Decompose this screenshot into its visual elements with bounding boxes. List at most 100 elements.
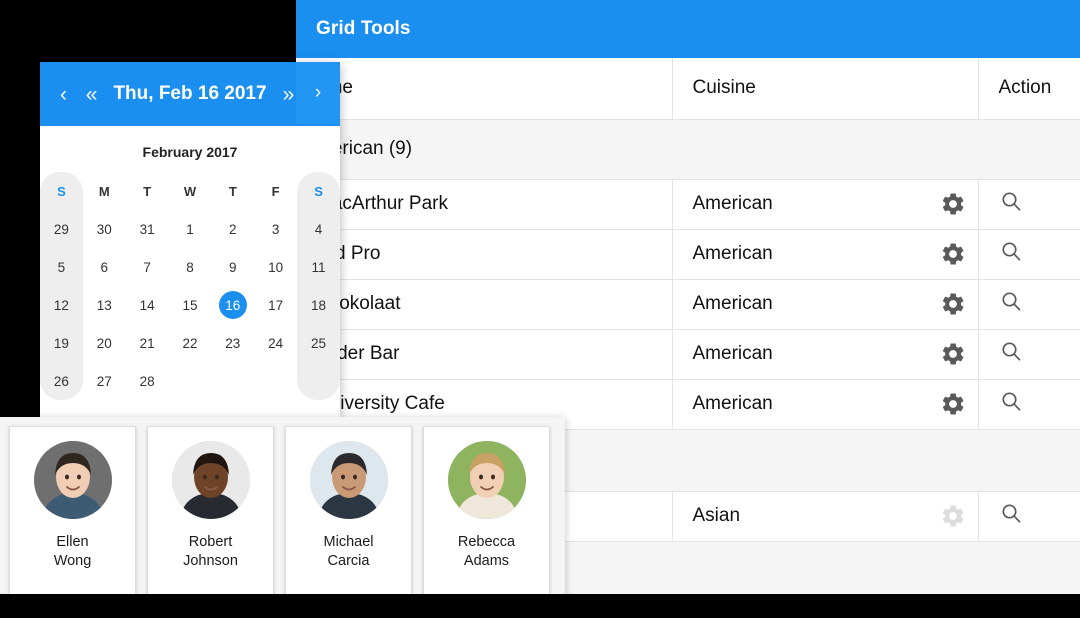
calendar-day	[297, 362, 340, 400]
gear-icon[interactable]	[940, 241, 966, 267]
calendar-day[interactable]: 7	[126, 248, 169, 286]
search-icon[interactable]	[999, 292, 1023, 318]
table-row[interactable]: Shokolaat American	[296, 279, 1080, 330]
search-icon[interactable]	[999, 504, 1023, 530]
cell-name: Slider Bar	[296, 329, 673, 380]
calendar-day[interactable]: 23	[211, 324, 254, 362]
column-header-cuisine[interactable]: Cuisine	[672, 58, 979, 120]
cuisine-label: American	[692, 193, 773, 214]
calendar-day[interactable]: 10	[254, 248, 297, 286]
datepicker-header: ‹ « Thu, Feb 16 2017 » ›	[40, 62, 340, 126]
backdrop-bottom-strip	[0, 594, 1080, 618]
column-header-name[interactable]: ame	[296, 58, 673, 120]
search-icon[interactable]	[999, 192, 1023, 218]
avatar-michael-carcia	[309, 441, 388, 519]
prev-day-button[interactable]: ‹	[56, 82, 71, 107]
search-icon[interactable]	[999, 392, 1023, 418]
prev-month-button[interactable]: «	[82, 82, 102, 107]
calendar-day[interactable]: 20	[83, 324, 126, 362]
table-row[interactable]: MacArthur Park American	[296, 179, 1080, 230]
avatar-rebecca-adams	[447, 441, 526, 519]
calendar-grid: SMTWTFS 29 30 31 1 2 3 4 5 6 7 8 9 10 11 12 13 14 15 16 17 1…	[40, 172, 340, 400]
table-row[interactable]: Slider Bar American	[296, 329, 1080, 380]
cuisine-label: American	[692, 293, 773, 314]
calendar-day[interactable]: 12	[40, 286, 83, 324]
cell-name: Old Pro	[296, 229, 673, 280]
cell-cuisine: American	[672, 279, 979, 330]
table-header-row: ame Cuisine Action	[296, 58, 1080, 120]
calendar-day[interactable]: 2	[211, 210, 254, 248]
cell-action	[978, 229, 1080, 280]
calendar-day[interactable]: 5	[40, 248, 83, 286]
window-title: Grid Tools	[316, 18, 411, 39]
column-header-action[interactable]: Action	[978, 58, 1080, 120]
calendar-day[interactable]: 21	[126, 324, 169, 362]
calendar-day[interactable]: 17	[254, 286, 297, 324]
cell-name: Shokolaat	[296, 279, 673, 330]
gear-icon[interactable]	[940, 291, 966, 317]
person-card[interactable]: Rebecca Adams	[423, 426, 550, 608]
cell-action	[978, 279, 1080, 330]
person-name: Ellen Wong	[53, 534, 92, 569]
person-card[interactable]: Robert Johnson	[147, 426, 274, 608]
calendar-week-row: 5 6 7 8 9 10 11	[40, 248, 340, 286]
spacer-cell-action	[978, 429, 1080, 492]
calendar-day[interactable]: 4	[297, 210, 340, 248]
calendar-day[interactable]: 29	[40, 210, 83, 248]
calendar-next-overlay-button[interactable]: ›	[296, 62, 340, 124]
calendar-day	[254, 362, 297, 400]
calendar-day[interactable]: 3	[254, 210, 297, 248]
calendar-week-row: 19 20 21 22 23 24 25	[40, 324, 340, 362]
search-icon[interactable]	[999, 242, 1023, 268]
calendar-day-selected[interactable]: 16	[211, 286, 254, 324]
calendar-day[interactable]: 15	[169, 286, 212, 324]
calendar-day-label: 16	[218, 291, 247, 319]
calendar-weekday-5: F	[271, 183, 280, 199]
selected-date-label: Thu, Feb 16 2017	[113, 83, 267, 104]
gear-icon[interactable]	[940, 191, 966, 217]
calendar-week-row: 12 13 14 15 16 17 18	[40, 286, 340, 324]
calendar-day[interactable]: 25	[297, 324, 340, 362]
calendar-week-row: 26 27 28	[40, 362, 340, 400]
calendar-day[interactable]: 6	[83, 248, 126, 286]
calendar-weekday-2: T	[143, 183, 152, 199]
group-header-label: merican (9)	[296, 119, 1080, 180]
calendar-day[interactable]: 31	[126, 210, 169, 248]
person-name: Robert Johnson	[183, 534, 238, 569]
calendar-day[interactable]: 14	[126, 286, 169, 324]
people-cards-panel: Ellen Wong Robert Johnson Michael Carcia Re…	[0, 417, 565, 618]
person-card[interactable]: Ellen Wong	[9, 426, 136, 608]
cell-action	[978, 491, 1080, 542]
cell-action	[978, 329, 1080, 380]
calendar-day[interactable]: 27	[83, 362, 126, 400]
calendar-day	[169, 362, 212, 400]
gear-icon[interactable]	[940, 341, 966, 367]
cell-cuisine: American	[672, 179, 979, 230]
table-group-header-row[interactable]: merican (9)	[296, 119, 1080, 180]
cuisine-label: American	[692, 343, 773, 364]
gear-icon	[940, 503, 966, 529]
gear-icon[interactable]	[940, 391, 966, 417]
calendar-day[interactable]: 30	[83, 210, 126, 248]
grid-tools-titlebar: Grid Tools	[296, 0, 1080, 58]
spacer-cell-action	[978, 541, 1080, 594]
calendar-day[interactable]: 9	[211, 248, 254, 286]
table-row[interactable]: Old Pro American	[296, 229, 1080, 280]
calendar-day[interactable]: 22	[169, 324, 212, 362]
calendar-day[interactable]: 11	[297, 248, 340, 286]
calendar-day[interactable]: 26	[40, 362, 83, 400]
calendar-day[interactable]: 19	[40, 324, 83, 362]
calendar-day[interactable]: 8	[169, 248, 212, 286]
cuisine-label: American	[692, 393, 773, 414]
calendar-day[interactable]: 28	[126, 362, 169, 400]
calendar-day[interactable]: 24	[254, 324, 297, 362]
calendar-day[interactable]: 13	[83, 286, 126, 324]
calendar-day[interactable]: 1	[169, 210, 212, 248]
person-card[interactable]: Michael Carcia	[285, 426, 412, 608]
cuisine-label: Asian	[692, 505, 741, 526]
spacer-cell-cuisine	[672, 429, 978, 492]
search-icon[interactable]	[999, 342, 1023, 368]
calendar-day[interactable]: 18	[297, 286, 340, 324]
cuisine-label: American	[692, 243, 773, 264]
avatar-robert-johnson	[171, 441, 250, 519]
